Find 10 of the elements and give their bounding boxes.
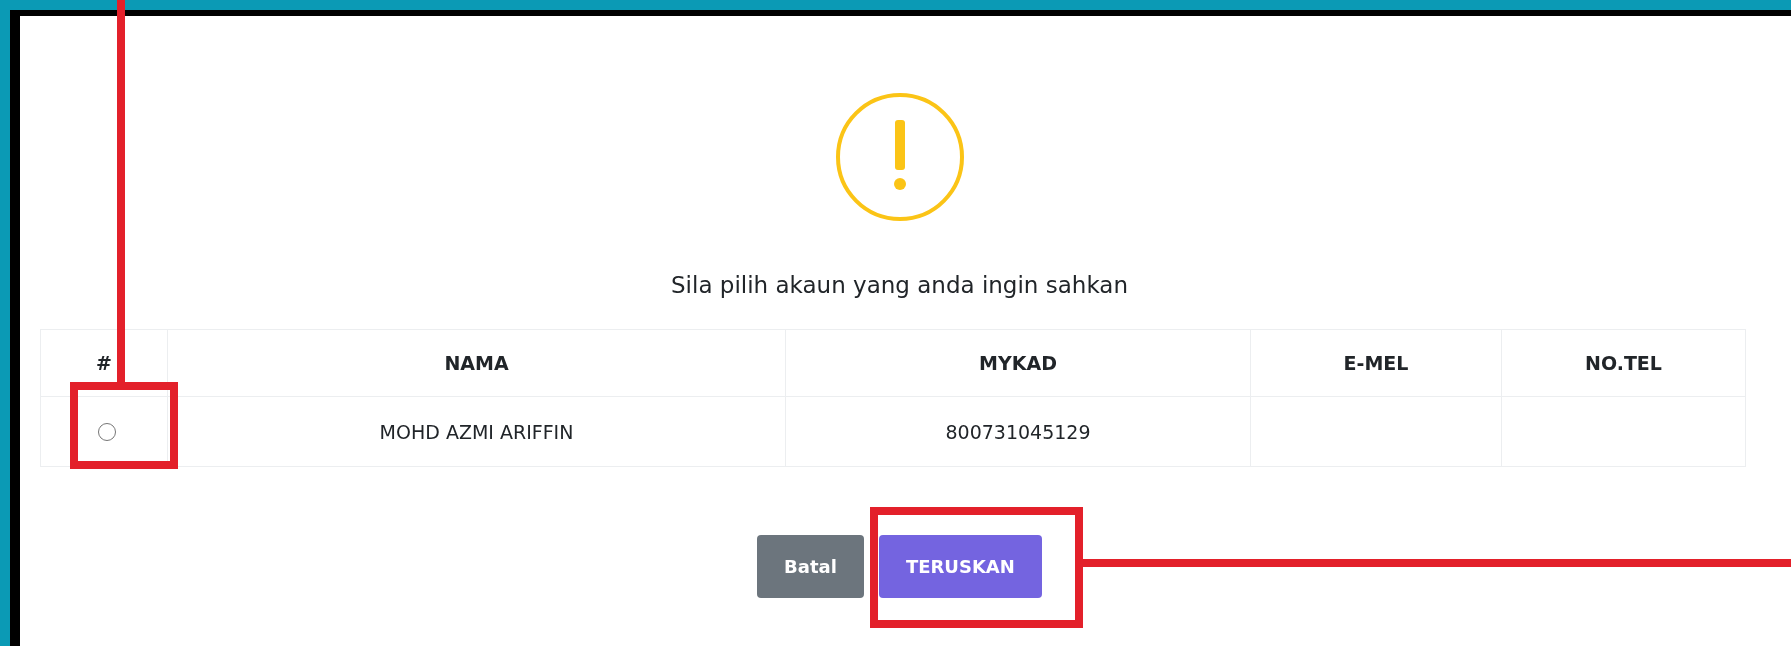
column-header: NAMA <box>167 329 786 397</box>
continue-button[interactable]: TERUSKAN <box>878 535 1042 598</box>
warning-icon <box>834 92 965 222</box>
column-header: E-MEL <box>1250 329 1502 397</box>
table-cell: 800731045129 <box>785 396 1251 467</box>
column-header: # <box>40 329 168 397</box>
dialog-message: Sila pilih akaun yang anda ingin sahkan <box>671 272 1128 298</box>
cancel-button[interactable]: Batal <box>757 535 864 598</box>
column-header: MYKAD <box>785 329 1251 397</box>
column-header: NO.TEL <box>1501 329 1746 397</box>
